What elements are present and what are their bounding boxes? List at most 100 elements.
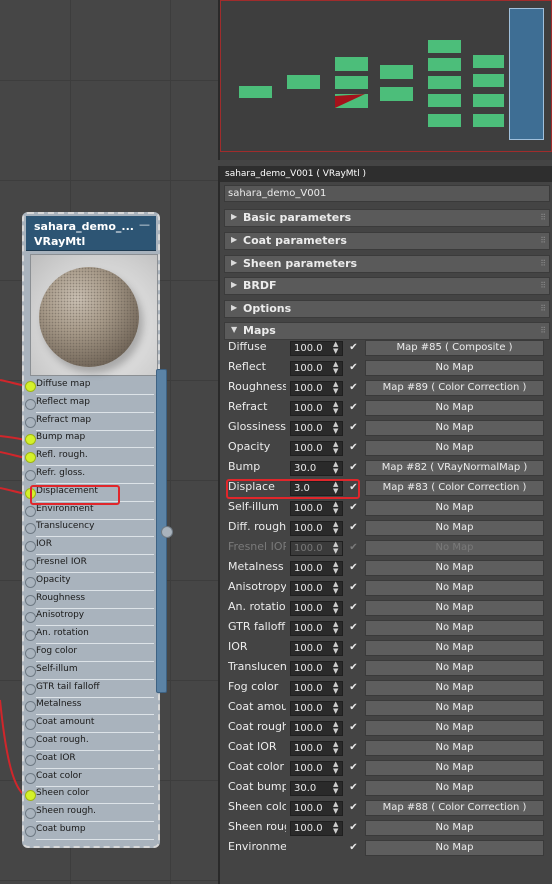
node-slot[interactable]: GTR tail falloff: [25, 681, 158, 698]
node-slot[interactable]: IOR: [25, 538, 158, 556]
material-name-field[interactable]: sahara_demo_V001: [224, 185, 550, 202]
map-button[interactable]: No Map: [365, 820, 544, 836]
spinner-arrows-icon[interactable]: ▲ ▼: [333, 721, 338, 735]
socket-icon[interactable]: [25, 772, 36, 784]
node-slot[interactable]: Coat color: [25, 770, 158, 787]
map-button[interactable]: No Map: [365, 440, 544, 456]
map-button[interactable]: No Map: [365, 580, 544, 596]
socket-icon[interactable]: [25, 737, 36, 748]
node-slot[interactable]: Metalness: [25, 698, 158, 716]
map-button[interactable]: No Map: [365, 660, 544, 676]
spinner-arrows-icon[interactable]: ▲ ▼: [333, 521, 338, 535]
node-editor-canvas[interactable]: sahara_demo_... VRayMtl — Diffuse map Ref…: [0, 0, 218, 884]
navigator-viewport-rect[interactable]: [509, 8, 544, 140]
connected-socket-icon[interactable]: [25, 790, 36, 802]
spinner-arrows-icon[interactable]: ▲ ▼: [333, 421, 338, 435]
spinner-arrows-icon[interactable]: ▲ ▼: [333, 501, 338, 515]
map-button[interactable]: No Map: [365, 560, 544, 576]
spinner-arrows-icon[interactable]: ▲ ▼: [333, 601, 338, 615]
spinner-arrows-icon[interactable]: ▲ ▼: [333, 401, 338, 415]
rollout-brdf[interactable]: ▶ BRDF ⠿: [224, 277, 550, 295]
map-button[interactable]: Map #88 ( Color Correction ): [365, 800, 544, 816]
enable-checkbox[interactable]: ✔: [348, 802, 359, 813]
node-slot[interactable]: Self-illum: [25, 663, 158, 680]
spinner-arrows-icon[interactable]: ▲ ▼: [333, 541, 338, 555]
socket-icon[interactable]: [25, 505, 36, 517]
socket-icon[interactable]: [25, 719, 36, 731]
connected-socket-icon[interactable]: [25, 452, 36, 464]
rollout-options[interactable]: ▶ Options ⠿: [224, 300, 550, 318]
enable-checkbox[interactable]: ✔: [348, 422, 359, 433]
socket-icon[interactable]: [25, 826, 36, 837]
map-button[interactable]: No Map: [365, 760, 544, 776]
node-slot[interactable]: An. rotation: [25, 627, 158, 645]
spinner-arrows-icon[interactable]: ▲ ▼: [333, 681, 338, 695]
enable-checkbox[interactable]: ✔: [348, 822, 359, 833]
enable-checkbox[interactable]: ✔: [348, 542, 359, 553]
enable-checkbox[interactable]: ✔: [348, 782, 359, 793]
node-slot[interactable]: Coat IOR: [25, 752, 158, 769]
spinner-arrows-icon[interactable]: ▲ ▼: [333, 661, 338, 675]
map-button[interactable]: Map #89 ( Color Correction ): [365, 380, 544, 396]
rollout-basic-parameters[interactable]: ▶ Basic parameters ⠿: [224, 209, 550, 227]
map-button[interactable]: No Map: [365, 400, 544, 416]
enable-checkbox[interactable]: ✔: [348, 602, 359, 613]
enable-checkbox[interactable]: ✔: [348, 562, 359, 573]
map-button[interactable]: No Map: [365, 540, 544, 556]
map-button[interactable]: Map #82 ( VRayNormalMap ): [365, 460, 544, 476]
map-button[interactable]: No Map: [365, 420, 544, 436]
minimize-icon[interactable]: —: [139, 218, 150, 231]
node-slot[interactable]: Refract map: [25, 414, 158, 431]
connected-socket-icon[interactable]: [25, 381, 36, 392]
enable-checkbox[interactable]: ✔: [348, 582, 359, 593]
spinner-arrows-icon[interactable]: ▲ ▼: [333, 441, 338, 455]
spinner-arrows-icon[interactable]: ▲ ▼: [333, 621, 338, 635]
enable-checkbox[interactable]: ✔: [348, 502, 359, 513]
socket-icon[interactable]: [25, 416, 36, 428]
spinner-arrows-icon[interactable]: ▲ ▼: [333, 361, 338, 375]
enable-checkbox[interactable]: ✔: [348, 762, 359, 773]
map-button[interactable]: Map #85 ( Composite ): [365, 340, 544, 356]
spinner-arrows-icon[interactable]: ▲ ▼: [333, 821, 338, 835]
spinner-arrows-icon[interactable]: ▲ ▼: [333, 741, 338, 755]
socket-icon[interactable]: [25, 754, 36, 766]
enable-checkbox[interactable]: ✔: [348, 442, 359, 453]
spinner-arrows-icon[interactable]: ▲ ▼: [333, 801, 338, 815]
map-button[interactable]: No Map: [365, 680, 544, 696]
socket-icon[interactable]: [25, 630, 36, 642]
spinner-arrows-icon[interactable]: ▲ ▼: [333, 761, 338, 775]
socket-icon[interactable]: [25, 665, 36, 677]
spinner-arrows-icon[interactable]: ▲ ▼: [333, 701, 338, 715]
node-slot[interactable]: Coat bump: [25, 823, 158, 840]
spinner-arrows-icon[interactable]: ▲ ▼: [333, 461, 338, 475]
spinner-arrows-icon[interactable]: ▲ ▼: [333, 781, 338, 795]
socket-icon[interactable]: [25, 541, 36, 553]
node-slot[interactable]: Fog color: [25, 645, 158, 662]
node-header[interactable]: sahara_demo_... VRayMtl —: [26, 216, 156, 251]
node-slot[interactable]: Anisotropy: [25, 609, 158, 627]
node-slot[interactable]: Refr. gloss.: [25, 467, 158, 484]
node-slot[interactable]: Sheen color: [25, 787, 158, 805]
node-slot[interactable]: Refl. rough.: [25, 449, 158, 467]
node-slot[interactable]: Fresnel IOR: [25, 556, 158, 573]
rollout-sheen-parameters[interactable]: ▶ Sheen parameters ⠿: [224, 255, 550, 273]
map-button[interactable]: No Map: [365, 520, 544, 536]
node-slot[interactable]: Bump map: [25, 431, 158, 449]
map-button[interactable]: No Map: [365, 740, 544, 756]
socket-icon[interactable]: [25, 648, 36, 659]
node-slot[interactable]: Sheen rough.: [25, 805, 158, 823]
enable-checkbox[interactable]: ✔: [348, 462, 359, 473]
navigator-view[interactable]: [218, 0, 552, 160]
enable-checkbox[interactable]: ✔: [348, 382, 359, 393]
map-button[interactable]: No Map: [365, 720, 544, 736]
socket-icon[interactable]: [25, 612, 36, 624]
enable-checkbox[interactable]: ✔: [348, 402, 359, 413]
socket-icon[interactable]: [25, 576, 36, 588]
socket-icon[interactable]: [25, 701, 36, 713]
spinner-arrows-icon[interactable]: ▲ ▼: [333, 341, 338, 355]
map-button[interactable]: No Map: [365, 360, 544, 376]
map-button[interactable]: No Map: [365, 600, 544, 616]
socket-icon[interactable]: [25, 808, 36, 820]
enable-checkbox[interactable]: ✔: [348, 622, 359, 633]
map-button[interactable]: No Map: [365, 620, 544, 636]
